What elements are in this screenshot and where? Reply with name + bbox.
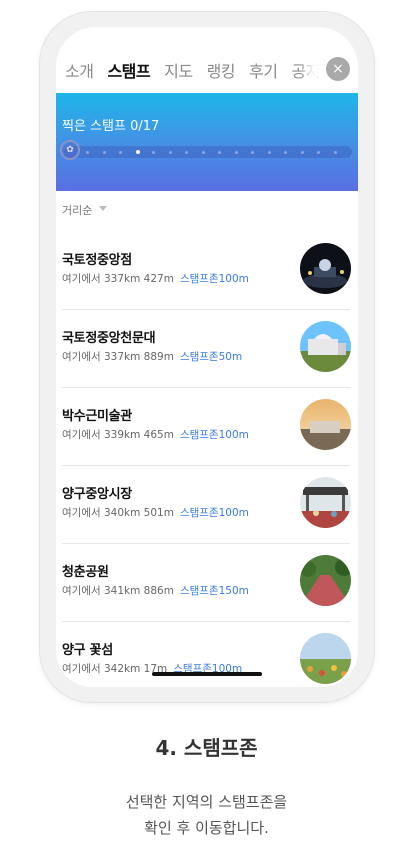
chevron-down-icon: [99, 206, 107, 211]
close-icon: ×: [332, 61, 344, 77]
stamp-dot: [201, 151, 205, 154]
place-name: 박수근미술관: [62, 409, 132, 424]
list-item[interactable]: 국토정중앙점 여기에서 337km 427m 스탬프존100m: [56, 232, 358, 310]
place-distance-row: 여기에서 339km 465m 스탬프존100m: [62, 427, 249, 442]
place-name: 양구중앙시장: [62, 487, 132, 502]
stamp-dot: [168, 151, 172, 154]
stamp-zone: 스탬프존50m: [179, 351, 243, 363]
place-thumbnail: [300, 555, 351, 606]
stamp-dot: [185, 151, 188, 154]
place-name: 양구 꽃섬: [62, 643, 113, 658]
sort-label: 거리순: [62, 204, 93, 217]
stamp-dot: [135, 150, 140, 154]
stamp-dot: [234, 151, 238, 154]
list-item[interactable]: 청춘공원 여기에서 341km 886m 스탬프존150m: [56, 544, 358, 622]
place-distance-row: 여기에서 337km 889m 스탬프존50m: [62, 349, 242, 364]
place-name: 국토정중앙점: [62, 253, 132, 268]
place-thumbnail: [300, 477, 351, 528]
place-distance: 여기에서 341km 886m: [62, 585, 174, 597]
stamp-dot: [317, 151, 320, 154]
stamp-dot: [300, 151, 304, 154]
place-thumbnail: [300, 321, 351, 372]
stamp-count-label: 찍은 스탬프 0/17: [62, 119, 160, 134]
place-thumbnail: [300, 633, 351, 684]
stamp-start-icon: ✿: [60, 140, 80, 160]
list-item[interactable]: 양구 꽃섬 여기에서 342km 17m 스탬프존100m: [56, 622, 358, 687]
tab-intro[interactable]: 소개: [65, 58, 94, 82]
tab-map[interactable]: 지도: [164, 58, 193, 82]
stamp-progress-banner: 찍은 스탬프 0/17 ✿: [56, 93, 358, 191]
list-item[interactable]: 박수근미술관 여기에서 339km 465m 스탬프존100m: [56, 388, 358, 466]
place-distance-row: 여기에서 340km 501m 스탬프존100m: [62, 505, 249, 520]
list-item[interactable]: 양구중앙시장 여기에서 340km 501m 스탬프존100m: [56, 466, 358, 544]
stamp-dot: [86, 151, 89, 154]
stamp-dot: [251, 151, 254, 154]
stamp-dot: [333, 151, 337, 154]
stamp-dot: [152, 151, 155, 154]
close-button[interactable]: ×: [326, 57, 350, 81]
app-screen: 소개 스탬프 지도 랭킹 후기 공지 × 찍은 스탬프 0/17 ✿ 거리순 국…: [56, 27, 358, 687]
place-thumbnail: [300, 243, 351, 294]
caption-line-1: 선택한 지역의 스탬프존을: [125, 793, 288, 811]
place-name: 청춘공원: [62, 565, 109, 580]
place-distance: 여기에서 340km 501m: [62, 507, 174, 519]
place-distance: 여기에서 337km 889m: [62, 351, 174, 363]
tab-ranking[interactable]: 랭킹: [207, 58, 236, 82]
sort-dropdown[interactable]: 거리순: [62, 202, 92, 218]
stamp-dot: [284, 151, 287, 154]
stamp-zone: 스탬프존150m: [179, 585, 249, 597]
caption-title: 4. 스탬프존: [155, 736, 258, 760]
stamp-dot: [102, 151, 106, 154]
place-distance-row: 여기에서 337km 427m 스탬프존100m: [62, 271, 249, 286]
caption-line-2: 확인 후 이동합니다.: [144, 819, 269, 837]
stamp-progress-track: [64, 146, 352, 158]
place-name: 국토정중앙천문대: [62, 331, 156, 346]
place-distance: 여기에서 339km 465m: [62, 429, 174, 441]
stamp-zone: 스탬프존100m: [179, 429, 249, 441]
stamp-zone: 스탬프존100m: [179, 507, 249, 519]
tab-stamp[interactable]: 스탬프: [107, 58, 150, 82]
place-distance: 여기에서 337km 427m: [62, 273, 174, 285]
place-thumbnail: [300, 399, 351, 450]
tab-notice[interactable]: 공지: [291, 58, 320, 82]
tab-reviews[interactable]: 후기: [249, 58, 278, 82]
stamp-zone: 스탬프존100m: [179, 273, 249, 285]
place-distance-row: 여기에서 341km 886m 스탬프존150m: [62, 583, 249, 598]
stamp-dot: [218, 151, 221, 154]
caption-description: 선택한 지역의 스탬프존을 확인 후 이동합니다.: [0, 789, 413, 841]
tab-bar: 소개 스탬프 지도 랭킹 후기 공지: [56, 55, 358, 85]
stamp-dot: [119, 151, 122, 154]
list-item[interactable]: 국토정중앙천문대 여기에서 337km 889m 스탬프존50m: [56, 310, 358, 388]
stamp-dot: [267, 151, 271, 154]
home-indicator[interactable]: [152, 672, 262, 676]
